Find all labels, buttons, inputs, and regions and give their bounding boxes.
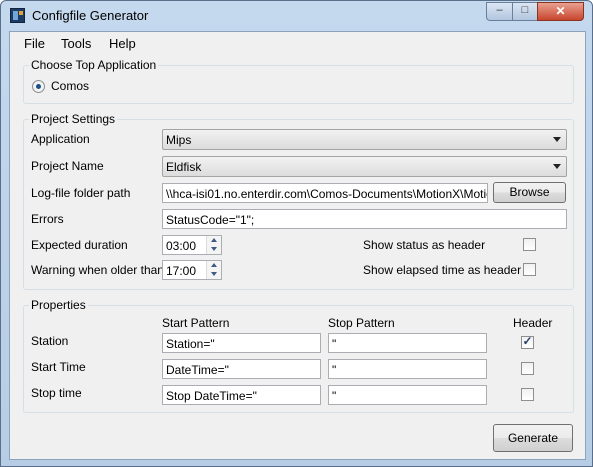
start-pattern-header: Start Pattern bbox=[162, 316, 230, 330]
spin-up-icon[interactable] bbox=[211, 238, 217, 242]
menu-tools[interactable]: Tools bbox=[61, 36, 91, 51]
logfile-path-input[interactable]: \\hca-isi01.no.enterdir.com\Comos-Docume… bbox=[162, 183, 488, 203]
warning-label: Warning when older than bbox=[31, 263, 164, 277]
stop-time-start-value: Stop DateTime=" bbox=[166, 389, 257, 403]
warning-spinner[interactable]: 17:00 bbox=[162, 260, 222, 280]
top-application-group: Choose Top Application Comos bbox=[23, 58, 574, 104]
spin-up-icon[interactable] bbox=[211, 263, 217, 267]
station-stop-value: " bbox=[332, 337, 337, 351]
minimize-icon: – bbox=[496, 4, 503, 16]
project-name-label: Project Name bbox=[31, 159, 104, 173]
header-column-header: Header bbox=[513, 316, 553, 330]
warning-value: 17:00 bbox=[166, 264, 197, 278]
start-time-stop-input[interactable]: " bbox=[328, 359, 487, 379]
errors-label: Errors bbox=[31, 212, 64, 226]
station-start-input[interactable]: Station=" bbox=[162, 333, 321, 353]
show-status-header-checkbox[interactable] bbox=[523, 238, 536, 251]
comos-radio-label[interactable]: Comos bbox=[51, 79, 89, 93]
project-name-dropdown[interactable]: Eldfisk bbox=[162, 156, 567, 177]
browse-button[interactable]: Browse bbox=[493, 182, 566, 203]
project-settings-legend: Project Settings bbox=[29, 112, 118, 126]
logfile-path-value: \\hca-isi01.no.enterdir.com\Comos-Docume… bbox=[166, 187, 488, 201]
station-label: Station bbox=[31, 334, 69, 348]
spin-down-icon[interactable] bbox=[211, 272, 217, 276]
spin-down-icon[interactable] bbox=[211, 247, 217, 251]
start-time-header-checkbox[interactable] bbox=[521, 362, 534, 375]
application-value: Mips bbox=[166, 133, 192, 147]
chevron-down-icon bbox=[553, 137, 561, 142]
errors-input[interactable]: StatusCode="1"; bbox=[162, 209, 567, 229]
minimize-button[interactable]: – bbox=[486, 2, 513, 21]
stop-time-stop-value: " bbox=[332, 389, 337, 403]
comos-radio[interactable] bbox=[32, 80, 45, 93]
menu-file[interactable]: File bbox=[24, 36, 45, 51]
show-status-header-label: Show status as header bbox=[363, 238, 486, 252]
show-elapsed-header-label: Show elapsed time as header bbox=[363, 263, 522, 277]
properties-legend: Properties bbox=[29, 298, 88, 312]
stop-time-label: Stop time bbox=[31, 386, 82, 400]
station-header-checkbox[interactable]: ✓ bbox=[521, 334, 534, 349]
client-area: File Tools Help Choose Top Application C… bbox=[9, 31, 586, 460]
expected-duration-spinner[interactable]: 03:00 bbox=[162, 235, 222, 255]
station-stop-input[interactable]: " bbox=[328, 333, 487, 353]
close-button[interactable]: ✕ bbox=[537, 2, 584, 21]
maximize-icon: □ bbox=[521, 4, 529, 16]
spinner-buttons[interactable] bbox=[206, 236, 221, 254]
stop-pattern-header: Stop Pattern bbox=[328, 316, 395, 330]
close-icon: ✕ bbox=[555, 4, 566, 18]
application-label: Application bbox=[31, 132, 90, 146]
radio-selected-icon bbox=[36, 84, 41, 89]
start-time-start-input[interactable]: DateTime=" bbox=[162, 359, 321, 379]
menu-help[interactable]: Help bbox=[109, 36, 136, 51]
app-icon bbox=[10, 8, 25, 23]
properties-group: Properties Start Pattern Stop Pattern He… bbox=[23, 298, 574, 413]
start-time-start-value: DateTime=" bbox=[166, 363, 229, 377]
application-dropdown[interactable]: Mips bbox=[162, 129, 567, 150]
show-elapsed-header-checkbox[interactable] bbox=[523, 263, 536, 276]
project-settings-group: Project Settings Application Mips Projec… bbox=[23, 112, 574, 290]
spinner-buttons[interactable] bbox=[206, 261, 221, 279]
start-time-label: Start Time bbox=[31, 360, 86, 374]
menu-bar: File Tools Help bbox=[10, 32, 585, 54]
window-title: Configfile Generator bbox=[32, 8, 149, 23]
checkmark-icon: ✓ bbox=[522, 334, 533, 348]
station-start-value: Station=" bbox=[166, 337, 215, 351]
logfile-label: Log-file folder path bbox=[31, 186, 131, 200]
app-window: Configfile Generator – □ ✕ File Tools He… bbox=[0, 0, 593, 467]
generate-button[interactable]: Generate bbox=[493, 424, 573, 452]
stop-time-header-checkbox[interactable] bbox=[521, 388, 534, 401]
errors-value: StatusCode="1"; bbox=[166, 213, 255, 227]
project-name-value: Eldfisk bbox=[166, 160, 202, 174]
maximize-button[interactable]: □ bbox=[512, 2, 538, 21]
stop-time-stop-input[interactable]: " bbox=[328, 385, 487, 405]
title-bar[interactable]: Configfile Generator – □ ✕ bbox=[1, 1, 592, 31]
chevron-down-icon bbox=[553, 164, 561, 169]
start-time-stop-value: " bbox=[332, 363, 337, 377]
expected-duration-value: 03:00 bbox=[166, 239, 197, 253]
top-application-legend: Choose Top Application bbox=[29, 58, 159, 72]
stop-time-start-input[interactable]: Stop DateTime=" bbox=[162, 385, 321, 405]
expected-duration-label: Expected duration bbox=[31, 238, 128, 252]
